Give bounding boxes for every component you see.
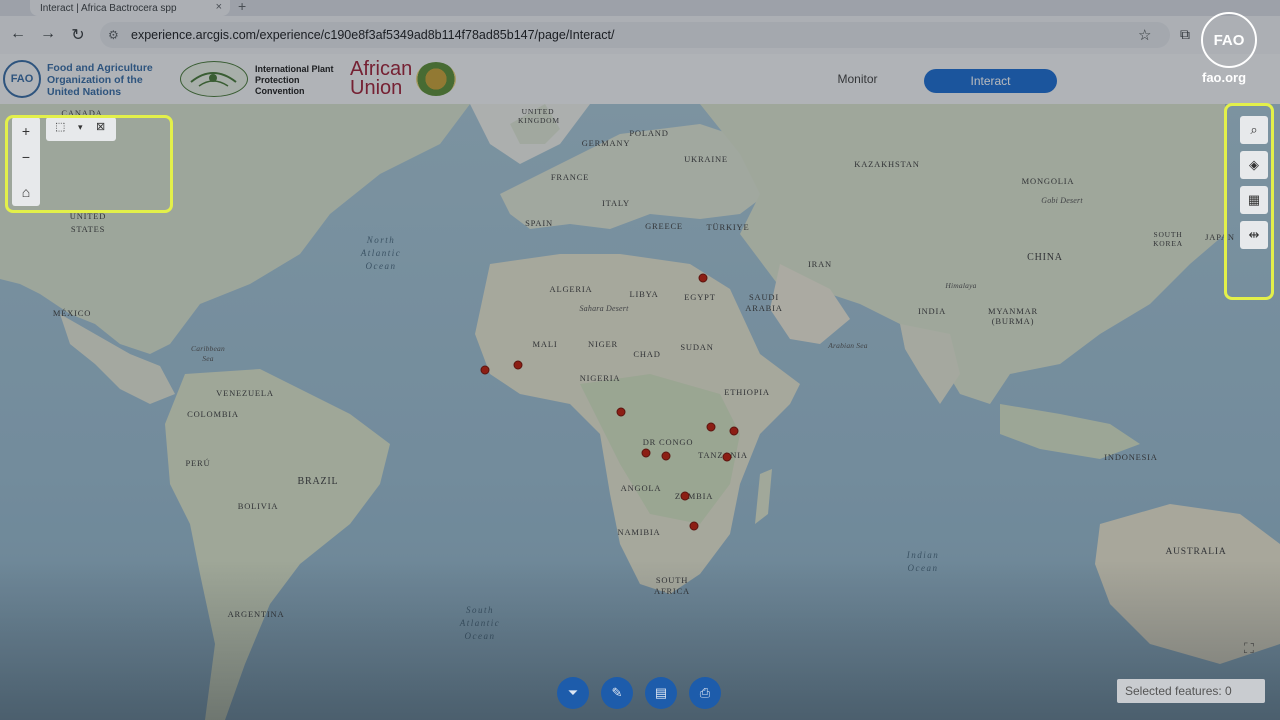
map-label: CHINA	[1027, 252, 1063, 263]
occurrence-marker[interactable]	[616, 407, 626, 417]
map-view[interactable]: CANADA UNITED STATES MÉXICO VENEZUELA CO…	[0, 104, 1280, 720]
occurrence-marker[interactable]	[729, 426, 739, 436]
fao-name: Food and Agriculture Organization of the…	[47, 62, 153, 98]
map-label: PERÚ	[185, 458, 211, 468]
map-label: INDIA	[917, 306, 947, 316]
selected-features-counter[interactable]: Selected features: 0	[1117, 679, 1265, 703]
back-button[interactable]: ←	[8, 25, 28, 43]
map-label: GREECE	[645, 221, 683, 231]
fao-watermark-logo: FAO	[1201, 12, 1257, 68]
map-label: BRAZIL	[297, 476, 339, 487]
map-label: MALI	[532, 339, 558, 349]
occurrence-marker[interactable]	[641, 448, 651, 458]
map-label: POLAND	[629, 128, 669, 138]
occurrence-marker[interactable]	[480, 365, 490, 375]
new-tab-button[interactable]: +	[238, 0, 246, 14]
occurrence-marker[interactable]	[513, 360, 523, 370]
map-label: ALGERIA	[549, 284, 593, 294]
map-label: ANGOLA	[620, 483, 662, 493]
map-label: FRANCE	[550, 172, 590, 182]
occurrence-marker[interactable]	[661, 451, 671, 461]
desert-label: Sahara Desert	[579, 304, 629, 313]
map-label: KAZAKHSTAN	[854, 159, 920, 169]
site-info-icon[interactable]: ⚙	[108, 28, 119, 42]
map-label: ITALY	[602, 198, 630, 208]
mountain-label: Himalaya	[945, 281, 977, 290]
browser-tab-title: Interact | Africa Bactrocera spp	[40, 2, 177, 14]
ippc-logo	[180, 61, 248, 97]
extensions-icon[interactable]: ⧉	[1180, 26, 1190, 43]
ippc-name: International Plant Protection Conventio…	[255, 64, 334, 96]
map-label: SUDAN	[680, 342, 714, 352]
map-label: MÉXICO	[52, 308, 92, 318]
sea-label: Arabian Sea	[828, 341, 868, 350]
map-label: TÜRKIYE	[706, 222, 750, 232]
fullscreen-icon[interactable]: ⛶	[1244, 640, 1254, 657]
occurrence-marker[interactable]	[689, 521, 699, 531]
map-label: NIGERIA	[579, 373, 621, 383]
map-label: BOLIVIA	[237, 501, 279, 511]
app-header: FAO Food and Agriculture Organization of…	[0, 54, 1280, 104]
left-controls-highlight	[5, 115, 173, 213]
edit-icon[interactable]: ✎	[601, 677, 633, 709]
occurrence-marker[interactable]	[706, 422, 716, 432]
nav-monitor[interactable]: Monitor	[820, 72, 895, 86]
ocean-label: South Atlantic Ocean	[459, 605, 501, 641]
right-controls-highlight	[1224, 103, 1274, 300]
sea-label: Caribbean Sea	[191, 344, 225, 363]
map-label: UNITED STATES	[69, 211, 107, 234]
map-label: SPAIN	[525, 218, 553, 228]
map-label: ETHIOPIA	[724, 387, 770, 397]
map-label: SOUTH KOREA	[1153, 230, 1183, 248]
bookmark-star-icon[interactable]: ☆	[1138, 26, 1151, 44]
reload-button[interactable]: ↻	[68, 25, 88, 45]
map-label: SAUDI ARABIA	[745, 292, 783, 313]
ocean-label: North Atlantic Ocean	[360, 235, 402, 271]
ocean-label: Indian Ocean	[906, 550, 940, 573]
map-label: LIBYA	[629, 289, 659, 299]
forward-button[interactable]: →	[38, 25, 58, 43]
tab-close-icon[interactable]: ×	[216, 1, 222, 13]
map-label: MYANMAR (BURMA)	[988, 306, 1038, 326]
occurrence-marker[interactable]	[722, 452, 732, 462]
map-label: NIGER	[588, 339, 618, 349]
print-icon[interactable]: ⎙	[689, 677, 721, 709]
map-label: CHAD	[633, 349, 661, 359]
table-icon[interactable]: ▤	[645, 677, 677, 709]
map-label: GERMANY	[581, 138, 631, 148]
map-label: COLOMBIA	[187, 409, 239, 419]
browser-tabstrip: Interact | Africa Bactrocera spp × +	[0, 0, 1280, 16]
map-label: ARGENTINA	[227, 609, 285, 619]
desert-label: Gobi Desert	[1041, 196, 1083, 205]
map-label: AUSTRALIA	[1165, 547, 1227, 557]
map-label: VENEZUELA	[216, 388, 274, 398]
fao-logo: FAO	[3, 60, 41, 98]
browser-tab[interactable]: Interact | Africa Bactrocera spp ×	[30, 0, 230, 16]
map-label: EGYPT	[684, 292, 716, 302]
nav-interact[interactable]: Interact	[924, 69, 1057, 93]
url-text[interactable]: experience.arcgis.com/experience/c190e8f…	[131, 28, 614, 42]
map-label: INDONESIA	[1104, 452, 1158, 462]
map-label: MONGOLIA	[1021, 176, 1075, 186]
african-union-emblem	[416, 62, 456, 96]
fao-org-watermark: fao.org	[1202, 70, 1247, 85]
map-label: UKRAINE	[684, 154, 728, 164]
map-label: DR CONGO	[642, 437, 694, 447]
filter-icon[interactable]: ⏷	[557, 677, 589, 709]
map-label: IRAN	[808, 259, 832, 269]
occurrence-marker[interactable]	[680, 491, 690, 501]
map-label: SOUTH AFRICA	[654, 575, 690, 596]
african-union-name: African Union	[350, 58, 413, 99]
map-label: NAMIBIA	[617, 527, 661, 537]
occurrence-marker[interactable]	[698, 273, 708, 283]
map-label: UNITED KINGDOM	[518, 107, 560, 125]
browser-toolbar: ← → ↻ ⚙ experience.arcgis.com/experience…	[0, 16, 1280, 54]
